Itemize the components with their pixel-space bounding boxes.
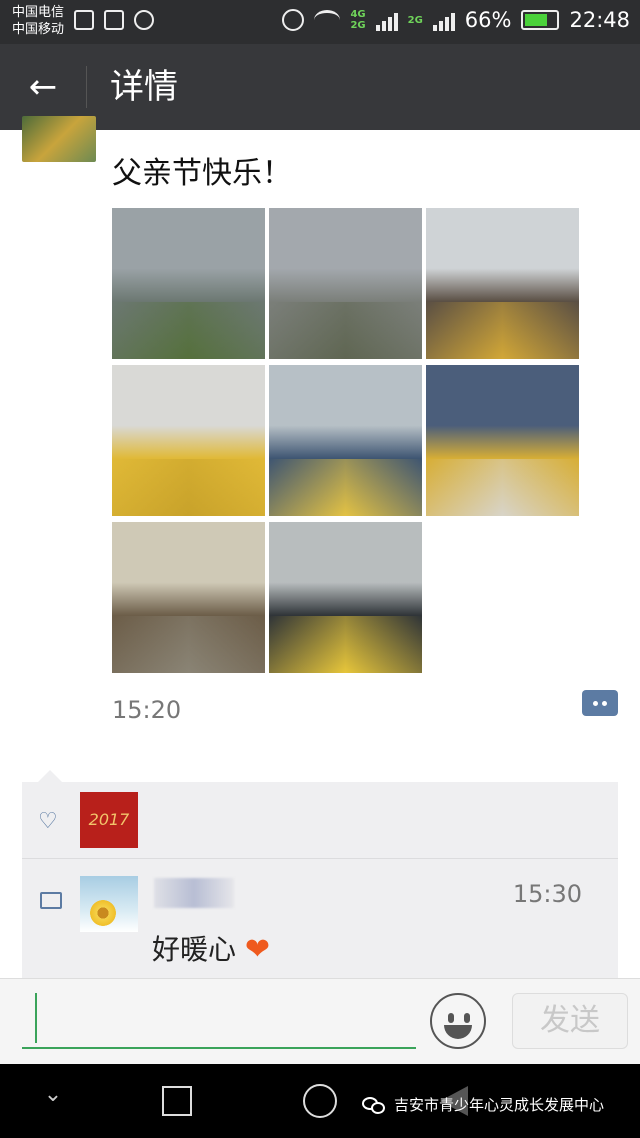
photo-father-and-son[interactable] [112,522,265,673]
post-time: 15:20 [112,696,182,724]
back-arrow-icon[interactable]: ← [18,64,68,110]
send-button[interactable]: 发送 [512,993,628,1049]
clock: 22:48 [569,8,630,32]
sync-icon [134,10,154,30]
wifi-icon [314,10,341,30]
battery-percent: 66% [464,8,512,32]
photo-kids-yellow-vests[interactable] [112,365,265,516]
network-badges: 4G 2G [350,9,365,31]
carrier-1: 中国电信 [12,5,65,20]
carrier-labels: 中国电信 中国移动 [12,4,64,38]
network-badge-2g-secondary: 2G [407,14,423,26]
home-icon[interactable] [303,1084,337,1118]
poster-avatar[interactable] [22,116,96,162]
comment-menu-button[interactable] [582,690,618,716]
orange-heart-icon: ❤ [244,932,271,967]
photo-city-overcast[interactable] [112,208,265,359]
photo-boy-birthday-cake[interactable] [426,365,579,516]
title-bar: ← 详情 [0,44,640,130]
interactions-panel: ♡ 2017 15:30 好暖心 ❤ [22,782,618,978]
image-icon [104,10,124,30]
page-title: 详情 [110,67,178,107]
photo-rooftop-view[interactable] [269,208,422,359]
photo-classroom-crowd[interactable] [426,208,579,359]
photo-boy-eating-cake[interactable] [269,522,422,673]
alarm-icon [282,9,305,31]
like-heart-icon: ♡ [38,809,58,834]
notification-icons [74,10,154,30]
signal-icon-1 [375,9,398,31]
watermark: 吉安市青少年心灵成长发展中心 [362,1094,604,1115]
like-avatar[interactable]: 2017 [80,792,138,848]
watermark-text: 吉安市青少年心灵成长发展中心 [394,1096,605,1114]
status-bar: 中国电信 中国移动 4G 2G 2G 66% 22:48 [0,0,640,44]
reply-bar: 发送 [0,978,640,1064]
chevron-down-icon[interactable]: ⌄ [40,1082,66,1108]
network-badge-2g: 2G [350,20,366,31]
wechat-icon [362,1095,386,1115]
commenter-avatar[interactable] [80,876,138,932]
comment-bubble-icon [40,892,62,909]
battery-icon [521,10,560,30]
comment-text: 好暖心 [152,933,237,966]
title-divider [86,66,87,108]
usb-icon [74,10,94,30]
panel-divider [22,858,618,859]
status-right: 4G 2G 2G 66% 22:48 [282,8,630,32]
signal-icon-2 [432,9,455,31]
commenter-name-blurred[interactable] [154,878,234,908]
comment-body[interactable]: 好暖心 ❤ [152,928,270,968]
carrier-2: 中国移动 [12,22,65,37]
photo-computer-lab[interactable] [269,365,422,516]
panel-pointer [38,770,62,782]
comment-time: 15:30 [512,880,582,908]
recent-apps-icon[interactable] [162,1086,192,1116]
photo-grid [112,208,582,673]
post-text: 父亲节快乐！ [112,156,292,191]
reply-input[interactable] [22,991,416,1049]
network-badge-4g: 4G [350,9,366,20]
emoji-icon[interactable] [430,993,486,1049]
text-cursor [35,993,37,1043]
